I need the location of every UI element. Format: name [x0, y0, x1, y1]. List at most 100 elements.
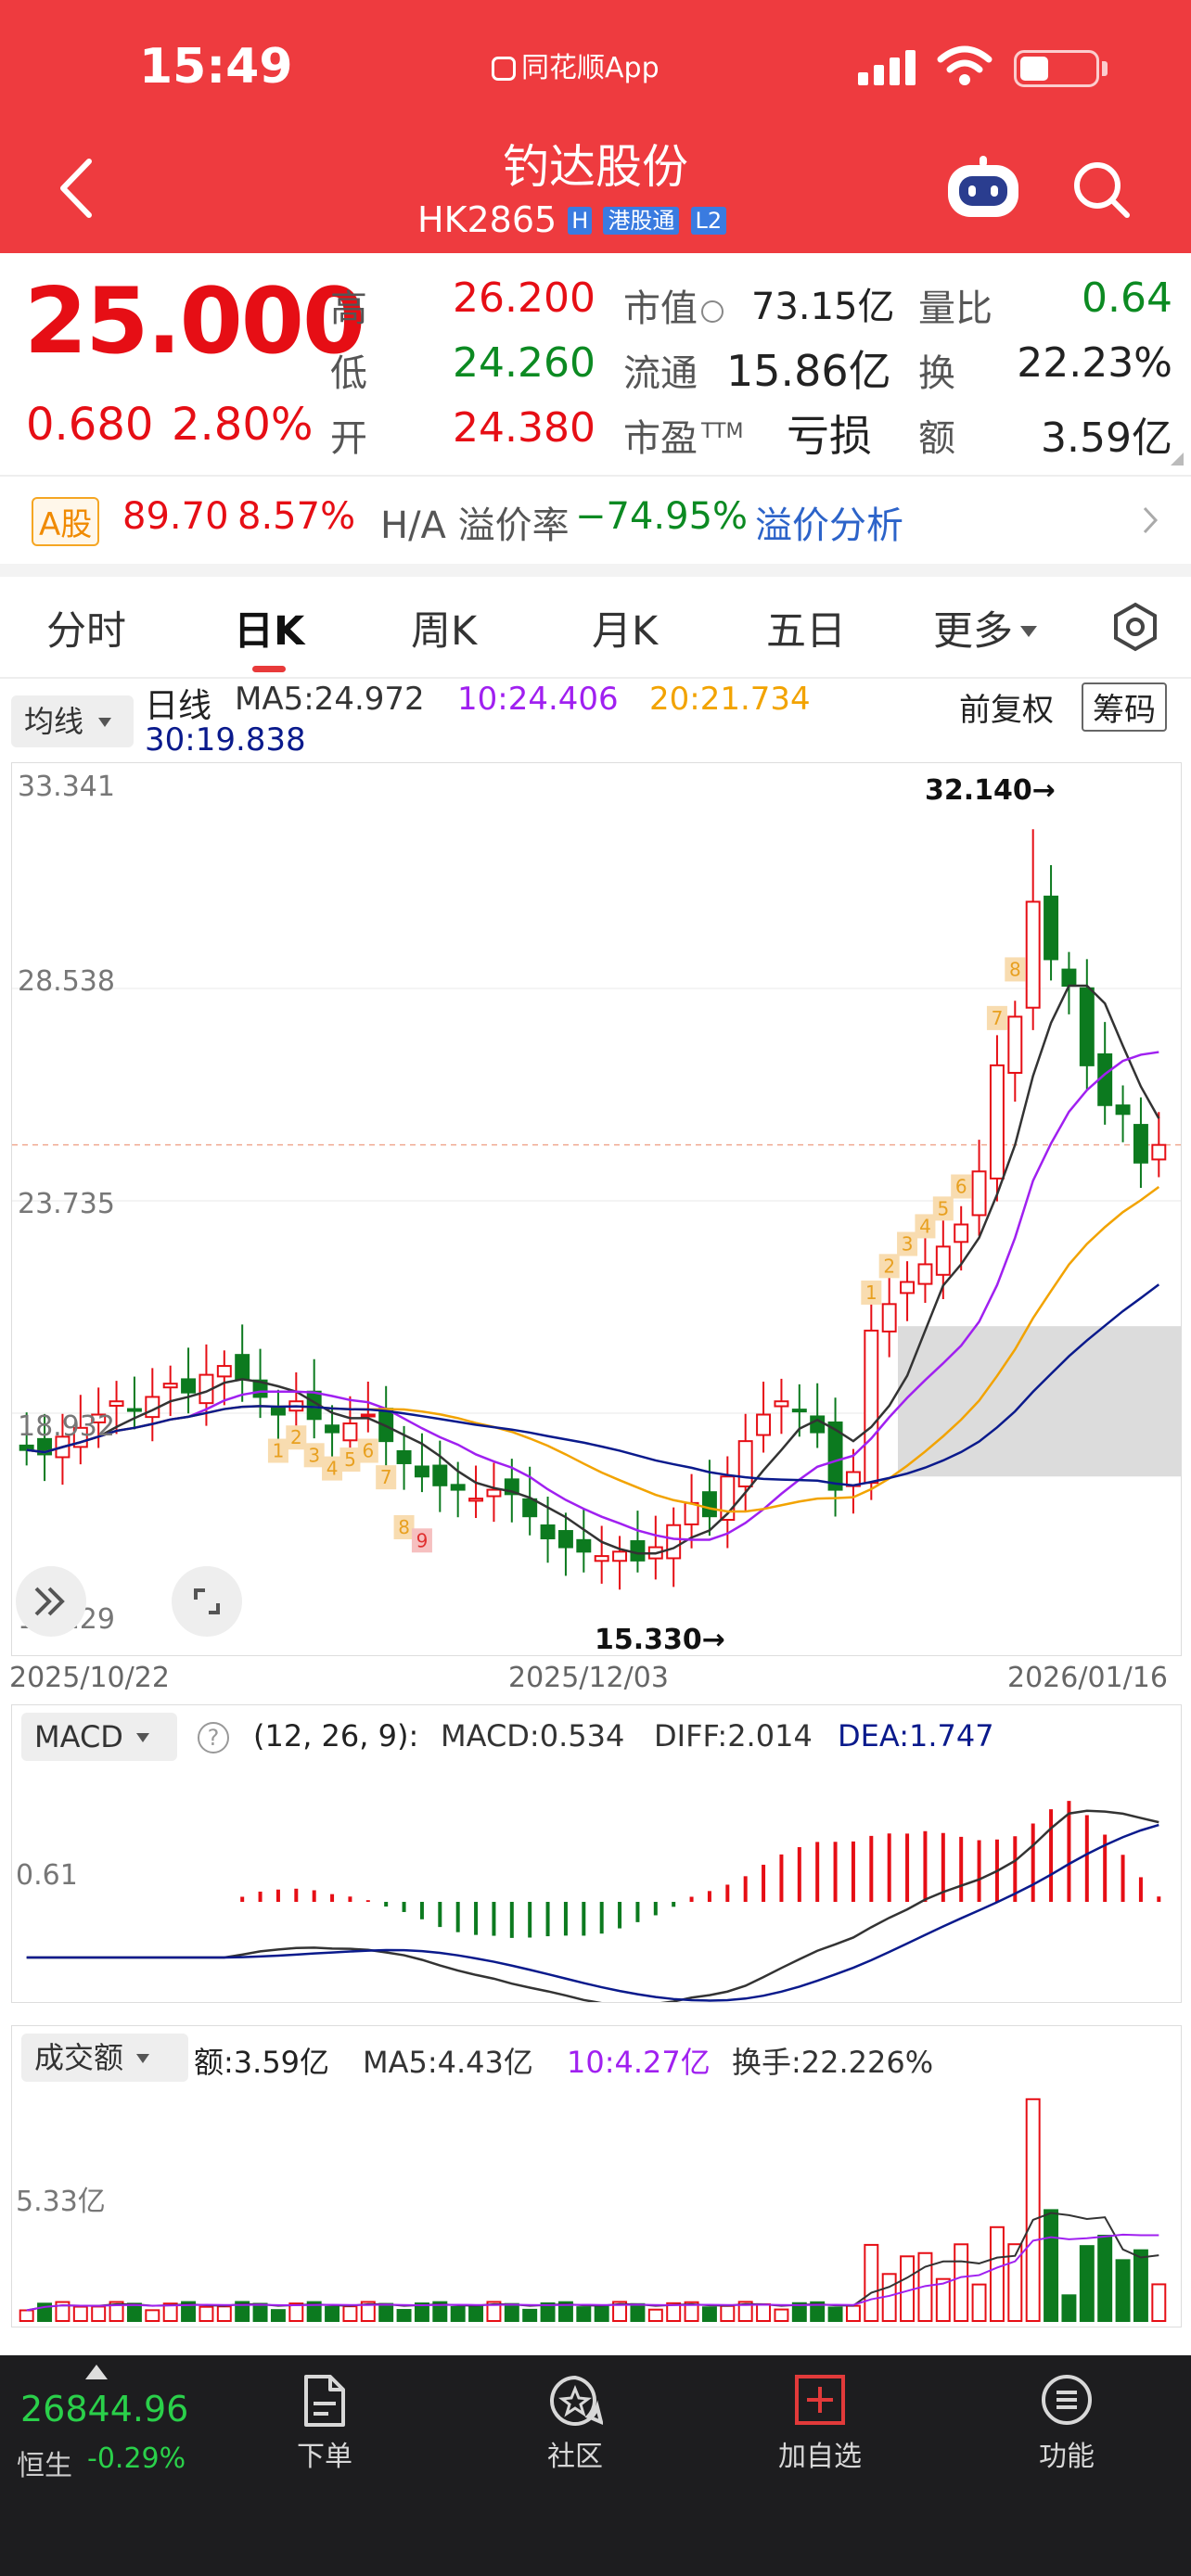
macd-selector[interactable]: MACD: [21, 1713, 177, 1761]
functions-label: 功能: [1039, 2441, 1095, 2473]
y-label-4: 18.932: [18, 1410, 115, 1443]
candle-body: [270, 1407, 286, 1416]
volume-bar: [216, 2305, 232, 2323]
svg-text:9: 9: [416, 1529, 429, 1551]
volume-bar: [145, 2309, 160, 2322]
amount-value: 3.59亿: [1041, 414, 1172, 462]
dea-value: DEA:1.747: [838, 1718, 994, 1753]
tab-five-day[interactable]: 五日: [766, 599, 846, 657]
svg-text:4: 4: [919, 1215, 931, 1237]
svg-text:8: 8: [398, 1516, 410, 1538]
svg-text:7: 7: [992, 1007, 1004, 1029]
kline-chart[interactable]: 12345678912345678 33.341 28.538 23.735 1…: [11, 762, 1182, 1656]
document-icon: [304, 2375, 345, 2427]
tab-daily-k[interactable]: 日K: [234, 599, 304, 657]
settings-icon[interactable]: [1109, 601, 1161, 653]
tag-h: H: [568, 207, 593, 235]
volume-ma5: MA5:4.43亿: [363, 2045, 533, 2080]
svg-text:3: 3: [902, 1232, 914, 1255]
candle-body: [1044, 895, 1059, 961]
premium-analysis-link[interactable]: 溢价分析: [755, 495, 903, 549]
expand-left-button[interactable]: [16, 1566, 86, 1637]
volume-bar: [576, 2306, 592, 2322]
volume-bar: [1061, 2294, 1077, 2322]
index-value[interactable]: 26844.96: [20, 2389, 188, 2429]
nine-turn-marker: 2: [286, 1425, 307, 1450]
period-tabs: 分时 日K 周K 月K 五日 更多: [0, 577, 1191, 679]
tab-intraday[interactable]: 分时: [46, 599, 126, 657]
candle-body: [917, 1263, 933, 1285]
premium-value: −74.95%: [575, 495, 749, 538]
order-button[interactable]: 下单: [278, 2374, 371, 2476]
functions-button[interactable]: 功能: [1020, 2374, 1113, 2476]
x-label-start: 2025/10/22: [9, 1662, 170, 1694]
app-header: 15:49 同花顺App 钓达股份 HK2865 H 港股通 L2: [0, 0, 1191, 253]
premium-label: H/A 溢价率: [380, 504, 570, 547]
candle-body: [540, 1524, 556, 1540]
candle-body: [954, 1223, 969, 1243]
tab-weekly-k[interactable]: 周K: [411, 599, 477, 657]
adjust-mode[interactable]: 前复权: [959, 684, 1054, 730]
x-label-end: 2026/01/16: [1007, 1662, 1168, 1694]
candle-body: [989, 1064, 1005, 1180]
candle-body: [522, 1498, 538, 1518]
volume-bar: [522, 2308, 538, 2322]
macd-chart[interactable]: MACD ? (12, 26, 9): MACD:0.534 DIFF:2.01…: [11, 1704, 1182, 2003]
svg-text:1: 1: [273, 1440, 285, 1462]
chip-button[interactable]: 筹码: [1082, 682, 1167, 732]
high-value: 26.200: [453, 274, 596, 322]
y-label-3: 23.735: [18, 1188, 115, 1220]
tag-level: L2: [690, 207, 727, 235]
volume-chart[interactable]: 成交额 额:3.59亿 MA5:4.43亿 10:4.27亿 换手:22.226…: [11, 2025, 1182, 2327]
candle-body: [612, 1550, 628, 1562]
app-label: 同花顺App: [492, 45, 660, 85]
candle-body: [1151, 1143, 1167, 1161]
candle-body: [684, 1501, 699, 1525]
price-change-pct: 2.80%: [172, 399, 314, 451]
help-icon[interactable]: ?: [198, 1722, 229, 1753]
add-watchlist-button[interactable]: 加自选: [764, 2374, 876, 2476]
low-marker: 15.330→: [595, 1624, 725, 1656]
volume-bar: [594, 2304, 609, 2323]
turnover-value: 22.23%: [1017, 339, 1172, 387]
robot-assistant-icon[interactable]: [946, 156, 1020, 217]
svg-text:2: 2: [883, 1255, 895, 1277]
candle-body: [701, 1491, 717, 1518]
nine-turn-marker: 1: [861, 1280, 882, 1305]
nine-turn-marker: 8: [393, 1514, 415, 1539]
volume-bar: [198, 2305, 214, 2322]
tab-more[interactable]: 更多: [933, 599, 1037, 657]
candle-body: [126, 1408, 142, 1412]
volume-bar: [989, 2225, 1005, 2322]
candle-body: [756, 1413, 772, 1436]
volume-bar: [845, 2304, 861, 2323]
fullscreen-button[interactable]: [172, 1566, 242, 1637]
tab-monthly-k[interactable]: 月K: [592, 599, 658, 657]
caret-down-icon: [135, 1733, 149, 1742]
turnover-label: 换: [918, 352, 955, 395]
volume-bar: [827, 2306, 843, 2323]
svg-text:6: 6: [955, 1176, 967, 1198]
caret-down-icon: [1020, 626, 1037, 637]
a-share-pct: 8.57%: [237, 495, 356, 538]
chevron-right-icon: [1143, 506, 1159, 534]
ah-premium-bar[interactable]: A股 89.70 8.57% H/A 溢价率 −74.95% 溢价分析: [0, 477, 1191, 562]
volume-bar: [774, 2308, 789, 2322]
volume-bar: [325, 2305, 340, 2322]
volume-bar: [1025, 2098, 1041, 2322]
search-icon[interactable]: [1071, 159, 1133, 221]
battery-icon: [1014, 50, 1099, 87]
ma10-value: 10:24.406: [457, 681, 619, 718]
nine-turn-marker: 5: [339, 1447, 361, 1473]
price-change: 0.680: [26, 399, 154, 451]
community-label: 社区: [547, 2441, 603, 2473]
community-button[interactable]: 社区: [529, 2374, 621, 2476]
candle-body: [468, 1498, 484, 1502]
caret-down-icon: [98, 718, 112, 727]
ma-selector[interactable]: 均线: [11, 695, 134, 747]
ma20-value: 20:21.734: [649, 681, 811, 718]
volume-bar: [864, 2243, 879, 2323]
open-value: 24.380: [453, 404, 596, 452]
volume-selector[interactable]: 成交额: [21, 2034, 188, 2082]
candle-body: [1007, 1015, 1023, 1074]
